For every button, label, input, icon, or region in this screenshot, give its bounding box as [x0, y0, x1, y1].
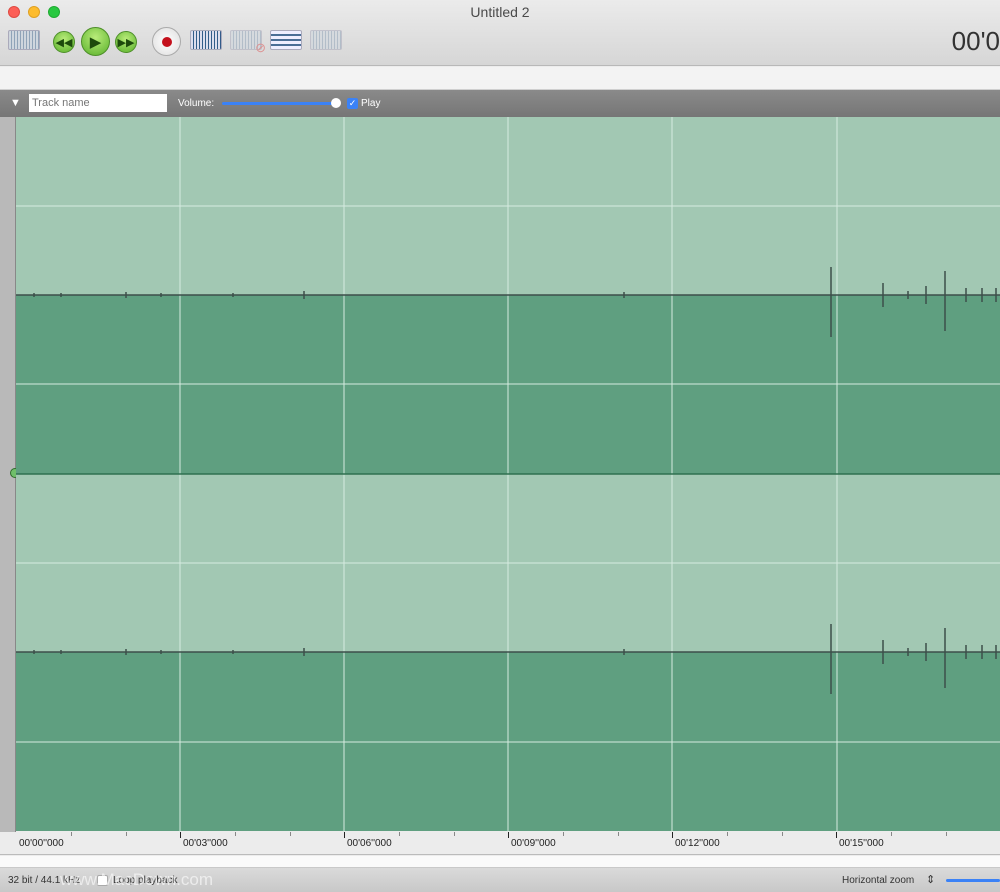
volume-slider[interactable]	[222, 98, 341, 108]
ruler-major-tick	[672, 832, 673, 838]
record-icon	[161, 36, 172, 47]
window-title: Untitled 2	[470, 4, 530, 20]
play-button[interactable]: ▶	[81, 27, 110, 56]
ruler-label: 00'00''000	[19, 838, 64, 849]
status-bar: 32 bit / 44.1 kHz Loop playback www.MacD…	[0, 868, 1000, 892]
ruler-minor-tick	[290, 832, 291, 836]
ruler-label: 00'03''000	[183, 838, 228, 849]
ruler-label: 00'09''000	[511, 838, 556, 849]
mix-icon	[270, 30, 302, 50]
horizontal-zoom-slider[interactable]	[946, 879, 1000, 882]
rewind-icon: ◀◀	[55, 36, 73, 49]
ruler-minor-tick	[563, 832, 564, 836]
time-display: 00'0	[951, 26, 1000, 56]
ruler-label: 00'06''000	[347, 838, 392, 849]
ruler-minor-tick	[946, 832, 947, 836]
waveform-overview-button[interactable]	[8, 30, 40, 50]
waveform-overview-icon	[8, 30, 40, 50]
ruler-minor-tick	[399, 832, 400, 836]
track-header: ▼ Volume: ✓ Play	[0, 90, 1000, 117]
ruler-major-tick	[180, 832, 181, 838]
ruler-minor-tick	[891, 832, 892, 836]
waveform-button[interactable]	[190, 30, 222, 50]
disclosure-triangle-icon[interactable]: ▼	[10, 97, 21, 109]
play-checkbox[interactable]: ✓	[347, 98, 358, 109]
volume-slider-thumb[interactable]	[331, 98, 341, 108]
ruler-minor-tick	[235, 832, 236, 836]
volume-label: Volume:	[178, 98, 215, 109]
mix-button[interactable]	[270, 30, 302, 50]
time-ruler: 00'00''000 00'03''000 00'06''000 00'09''000…	[0, 832, 1000, 855]
record-button[interactable]	[152, 27, 181, 56]
play-icon: ▶	[89, 33, 102, 51]
zoom-stepper-icon[interactable]: ⇕	[926, 873, 935, 886]
waveform-icon	[190, 30, 222, 50]
fast-forward-icon: ▶▶	[117, 36, 135, 49]
ruler-major-tick	[344, 832, 345, 838]
ruler-minor-tick	[454, 832, 455, 836]
delete-waveform-button[interactable]: ⊘	[230, 30, 266, 55]
ruler-minor-tick	[727, 832, 728, 836]
ruler-label: 00'15''000	[839, 838, 884, 849]
horizontal-zoom-label: Horizontal zoom	[842, 875, 915, 886]
ruler-minor-tick	[71, 832, 72, 836]
ruler-major-tick	[836, 832, 837, 838]
ruler-minor-tick	[126, 832, 127, 836]
prohibited-icon: ⊘	[255, 40, 266, 55]
track-gutter	[0, 117, 20, 832]
track-name-input[interactable]	[29, 94, 167, 112]
fast-forward-button[interactable]: ▶▶	[115, 31, 137, 53]
title-bar: Untitled 2 00'0 ◀◀ ▶ ▶▶ ⊘	[0, 0, 1000, 66]
overview-strip	[0, 67, 1000, 90]
ruler-label: 00'12''000	[675, 838, 720, 849]
watermark: www.MacDown.com	[60, 870, 214, 889]
ruler-minor-tick	[782, 832, 783, 836]
waveform-view[interactable]	[16, 117, 1000, 832]
split-icon	[310, 30, 342, 50]
rewind-button[interactable]: ◀◀	[53, 31, 75, 53]
scroll-area	[0, 856, 1000, 868]
play-label: Play	[361, 98, 381, 109]
ruler-major-tick	[508, 832, 509, 838]
ruler-minor-tick	[618, 832, 619, 836]
split-button[interactable]	[310, 30, 342, 50]
